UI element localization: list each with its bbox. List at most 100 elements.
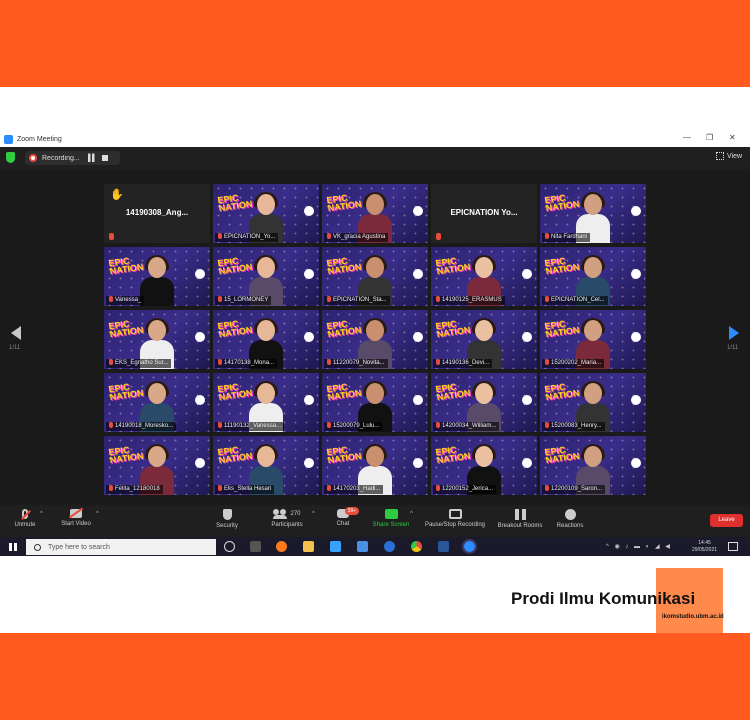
participant-tile[interactable]: EPIC NATION 14190136_Devi...	[431, 310, 537, 369]
start-video-button[interactable]: Start Video	[58, 509, 94, 527]
participant-tile[interactable]: EPIC NATION 14200034_William...	[431, 373, 537, 432]
previous-page-arrow-icon[interactable]	[11, 326, 21, 340]
firefox-icon[interactable]	[276, 541, 287, 552]
sponsor-badge-icon	[522, 458, 532, 468]
share-options-caret-icon[interactable]: ^	[410, 511, 413, 517]
muted-mic-icon	[218, 485, 222, 491]
participant-name: 12200109_Saron...	[551, 486, 603, 492]
sponsor-badge-icon	[522, 269, 532, 279]
sponsor-badge-icon	[522, 332, 532, 342]
participant-tile[interactable]: EPIC NATION 15200083_Henry...	[540, 373, 646, 432]
participant-tile[interactable]: EPIC NATION Vanessa_	[104, 247, 210, 306]
participant-name-tag: 14190136_Devi...	[433, 359, 493, 368]
record-dot-icon	[29, 154, 37, 162]
participant-tile[interactable]: EPIC NATION 15200079_Lulu...	[322, 373, 428, 432]
muted-mic-icon	[327, 422, 331, 428]
participants-caret-icon[interactable]: ^	[312, 511, 315, 517]
participant-tile[interactable]: EPIC NATION 12200109_Saron...	[540, 436, 646, 495]
sponsor-badge-icon	[631, 458, 641, 468]
sponsor-badge-icon	[304, 269, 314, 279]
file-explorer-icon[interactable]	[303, 541, 314, 552]
encryption-shield-icon[interactable]	[6, 152, 15, 163]
participant-name-tag: EPICNATION_Cel...	[542, 296, 608, 305]
search-icon	[34, 543, 41, 551]
participant-head	[148, 320, 166, 341]
security-button[interactable]: Security	[212, 509, 242, 529]
edge-icon[interactable]	[384, 541, 395, 552]
muted-mic-icon	[327, 359, 331, 365]
taskbar-app-icon-2[interactable]	[357, 541, 368, 552]
zoom-taskbar-icon[interactable]	[462, 539, 477, 554]
participant-tile[interactable]: EPIC NATION 15_LORMONEY	[213, 247, 319, 306]
cortana-icon[interactable]	[224, 541, 235, 552]
participant-head	[257, 194, 275, 215]
participant-tile[interactable]: EPIC NATION 12200152_Jerica...	[431, 436, 537, 495]
participant-tile[interactable]: EPIC NATION 14190125_ERASMUS	[431, 247, 537, 306]
breakout-rooms-icon	[514, 509, 526, 520]
participant-grid: ✋ 14190308_Ang... EPIC NATION EPICNATION_Yo.…	[104, 184, 646, 495]
sponsor-badge-icon	[631, 332, 641, 342]
next-page-arrow-icon[interactable]	[729, 326, 739, 340]
participants-button[interactable]: 270 Participants	[265, 509, 309, 528]
participant-tile[interactable]: EPICNATION Yo...	[431, 184, 537, 243]
pause-recording-icon[interactable]: ▌▌	[88, 155, 97, 162]
event-logo-icon: EPIC NATION	[543, 318, 580, 340]
minimize-icon[interactable]: —	[683, 133, 691, 142]
reactions-button[interactable]: Reactions	[554, 509, 586, 529]
pause-stop-recording-button[interactable]: Pause/Stop Recording	[420, 509, 490, 528]
taskbar-clock[interactable]: 14:45 29/05/2021	[692, 540, 717, 554]
participant-tile[interactable]: EPIC NATION Eks_Stella Hesari	[213, 436, 319, 495]
event-logo-icon: EPIC NATION	[434, 255, 471, 277]
pause-stop-recording-label: Pause/Stop Recording	[424, 522, 486, 528]
participant-tile[interactable]: EPIC NATION 14170138_Mona...	[213, 310, 319, 369]
event-logo-icon: EPIC NATION	[325, 192, 362, 214]
participant-tile[interactable]: EPIC NATION EPICNATION_Yo...	[213, 184, 319, 243]
view-button[interactable]: View	[716, 152, 742, 160]
muted-mic-icon	[545, 359, 549, 365]
participant-tile[interactable]: EPIC NATION 14190018_Moresko...	[104, 373, 210, 432]
participant-tile[interactable]: EPIC NATION Felita_12180018	[104, 436, 210, 495]
participant-tile[interactable]: EPIC NATION VK_gracia Agustina	[322, 184, 428, 243]
task-view-icon[interactable]	[250, 541, 261, 552]
participant-tile[interactable]: EPIC NATION 14170203_Hadi...	[322, 436, 428, 495]
unmute-button[interactable]: Unmute	[10, 509, 40, 528]
leave-button[interactable]: Leave	[710, 514, 743, 527]
participant-tile[interactable]: ✋ 14190308_Ang...	[104, 184, 210, 243]
view-label: View	[727, 152, 743, 160]
participant-tile[interactable]: EPIC NATION 15200202_Maria...	[540, 310, 646, 369]
participant-head	[148, 383, 166, 404]
share-screen-icon	[384, 509, 398, 519]
participant-tile[interactable]: EPIC NATION EPICNATION_Sta...	[322, 247, 428, 306]
taskbar-app-icon[interactable]	[330, 541, 341, 552]
event-logo-icon: EPIC NATION	[107, 255, 144, 277]
system-tray-icons[interactable]: ^ ◉ ♪ ▬ ◐ ◢ ◀	[606, 543, 672, 550]
breakout-rooms-label: Breakout Rooms	[497, 523, 543, 529]
participant-head	[475, 320, 493, 341]
participant-head	[584, 257, 602, 278]
breakout-rooms-button[interactable]: Breakout Rooms	[494, 509, 546, 529]
participant-tile[interactable]: EPIC NATION EKS_Egnatho Sur...	[104, 310, 210, 369]
participant-head	[148, 257, 166, 278]
chrome-icon[interactable]	[411, 541, 422, 552]
video-options-caret-icon[interactable]: ^	[96, 511, 99, 517]
event-logo-icon: EPIC NATION	[434, 318, 471, 340]
participant-tile[interactable]: EPIC NATION 11190132_Vanessa...	[213, 373, 319, 432]
windows-start-icon[interactable]	[9, 543, 17, 551]
participant-tile[interactable]: EPIC NATION 11220079_Novita...	[322, 310, 428, 369]
muted-mic-icon	[545, 422, 549, 428]
close-icon[interactable]: ✕	[729, 133, 736, 142]
event-logo-icon: EPIC NATION	[216, 192, 253, 214]
stop-recording-icon[interactable]	[101, 155, 108, 161]
participant-tile[interactable]: EPIC NATION EPICNATION_Cel...	[540, 247, 646, 306]
audio-options-caret-icon[interactable]: ^	[40, 511, 43, 517]
share-screen-button[interactable]: Share Screen	[369, 509, 413, 528]
security-label: Security	[216, 523, 238, 529]
participant-name-tag: Felita_12180018	[106, 485, 163, 494]
notification-icon[interactable]	[728, 542, 738, 551]
word-icon[interactable]	[438, 541, 449, 552]
event-logo-icon: EPIC NATION	[325, 381, 362, 403]
maximize-icon[interactable]: ❐	[706, 133, 713, 142]
participant-name: 14170138_Mona...	[224, 360, 275, 366]
taskbar-search-box[interactable]: Type here to search	[26, 539, 216, 555]
participant-tile[interactable]: EPIC NATION Nita Fardhani	[540, 184, 646, 243]
